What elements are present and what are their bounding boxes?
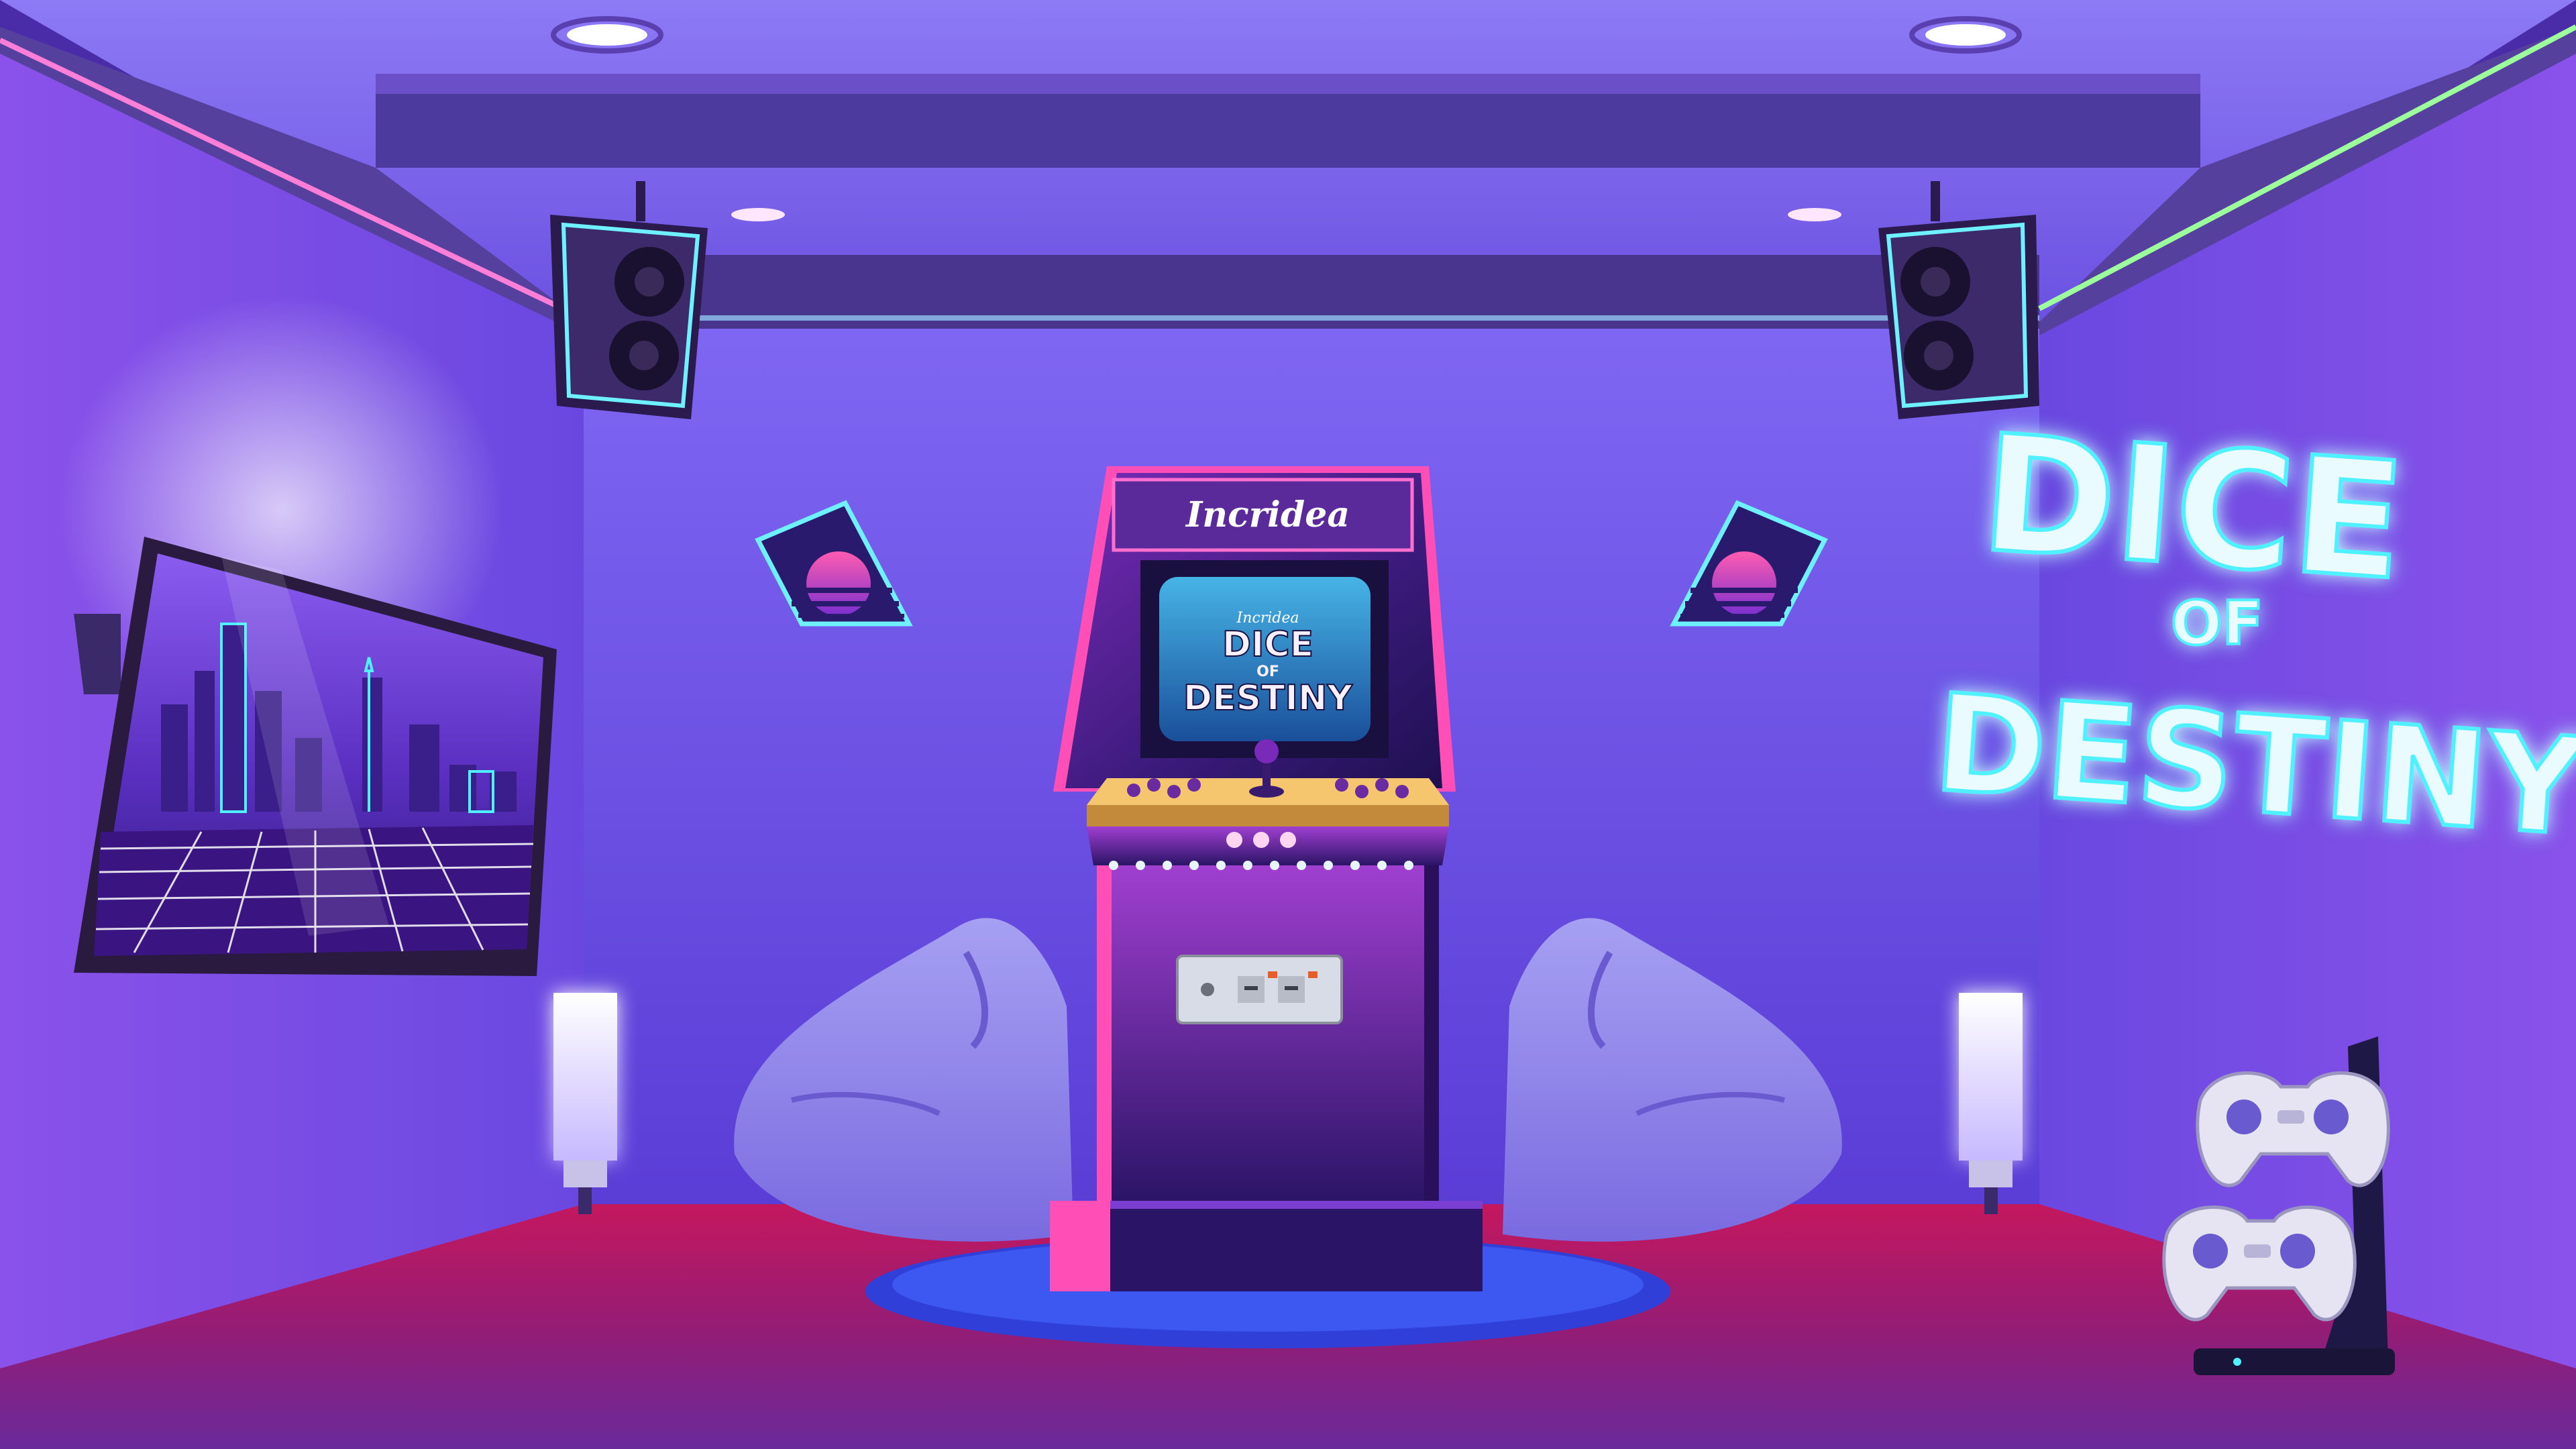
arcade-screen-title-line3: DESTINY (1183, 678, 1353, 718)
ceiling-light-strip (584, 315, 2039, 321)
arcade-marquee-text: Incridea (1185, 494, 1350, 535)
arcade-cabinet[interactable]: Incridea Incridea DICE OF DESTINY (1050, 466, 1483, 1291)
arcade-screen-title-line1: DICE (1222, 625, 1313, 665)
sign-line-dice: DICE (1976, 399, 2410, 616)
ceiling-beam-highlight (376, 74, 2200, 94)
coin-slot-panel[interactable] (1176, 955, 1343, 1024)
arcade-lights (1226, 832, 1296, 848)
sign-line-of: OF (2171, 588, 2263, 659)
arcade-room-scene: Incridea Incridea DICE OF DESTINY DICE O… (0, 0, 2576, 1449)
